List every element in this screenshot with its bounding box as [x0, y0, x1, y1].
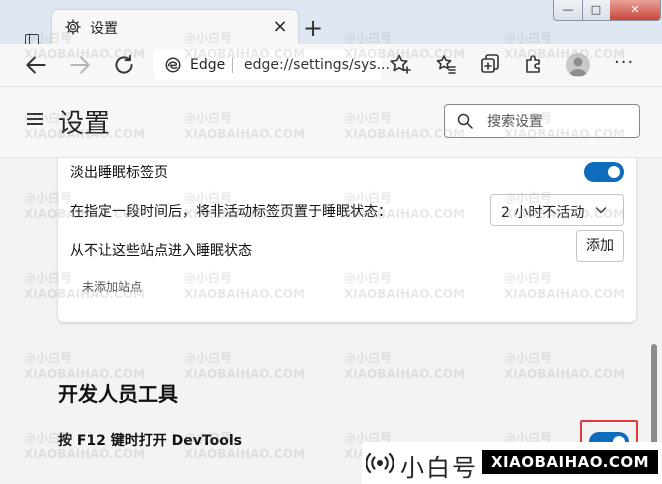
close-window-button[interactable]: ✕: [610, 0, 660, 20]
minimize-button[interactable]: —: [554, 0, 583, 20]
extensions-icon[interactable]: [522, 52, 546, 76]
tab-title: 设置: [90, 21, 118, 37]
watermark-cn-text: 小白号: [400, 454, 478, 482]
address-divider: [232, 57, 233, 73]
developer-tools-heading: 开发人员工具: [58, 382, 178, 406]
edge-logo-icon: [165, 57, 181, 73]
browser-toolbar: Edge edge://settings/sys... ···: [0, 44, 662, 87]
new-tab-button[interactable]: +: [300, 16, 326, 42]
sleep-timeout-label: 在指定一段时间后，将非活动标签页置于睡眠状态：: [70, 204, 392, 220]
back-arrow-icon[interactable]: [23, 52, 49, 78]
profile-avatar[interactable]: [566, 53, 590, 77]
page-title: 设置: [58, 109, 111, 139]
settings-gear-icon: [65, 19, 81, 35]
watermark-badge: 小白号 XIAOBAIHAO.COM: [362, 442, 662, 484]
fade-sleeping-tabs-label: 淡出睡眠标签页: [70, 165, 168, 181]
tab-actions-menu[interactable]: [14, 14, 44, 47]
favorites-icon[interactable]: [434, 52, 458, 76]
more-options-icon[interactable]: ···: [614, 52, 634, 73]
sleep-timeout-select[interactable]: 2 小时不活动: [490, 194, 624, 226]
site-identity-label: Edge: [190, 57, 226, 73]
settings-search-box[interactable]: [444, 104, 640, 138]
f12-devtools-label: 按 F12 键时打开 DevTools: [58, 433, 242, 449]
title-bar: 设置 × + — □ ✕: [0, 0, 662, 47]
forward-arrow-icon[interactable]: [67, 52, 93, 78]
fade-sleeping-tabs-toggle[interactable]: [584, 162, 624, 182]
url-text[interactable]: edge://settings/sys...: [244, 57, 390, 73]
search-input[interactable]: [485, 111, 629, 133]
add-site-button[interactable]: 添加: [576, 230, 624, 262]
window-controls: — □ ✕: [553, 0, 661, 21]
scrollbar[interactable]: [650, 158, 660, 484]
maximize-button[interactable]: □: [582, 0, 611, 20]
tab-settings[interactable]: 设置 ×: [52, 10, 298, 44]
collections-icon[interactable]: [478, 52, 502, 76]
sleeping-tabs-card: 淡出睡眠标签页 在指定一段时间后，将非活动标签页置于睡眠状态： 2 小时不活动 …: [58, 158, 636, 322]
search-icon: [457, 113, 473, 129]
close-tab-icon[interactable]: ×: [270, 16, 290, 38]
scrollbar-thumb[interactable]: [651, 344, 657, 454]
sleep-timeout-value: 2 小时不活动: [501, 205, 585, 221]
address-bar[interactable]: Edge edge://settings/sys...: [154, 50, 390, 80]
profile-icon: [569, 57, 587, 76]
never-sleep-sites-label: 从不让这些站点进入睡眠状态: [70, 243, 252, 259]
settings-header: 设置: [0, 87, 662, 158]
refresh-icon[interactable]: [111, 52, 137, 78]
watermark-en-text: XIAOBAIHAO.COM: [482, 450, 658, 474]
broadcast-icon: [366, 452, 394, 474]
chevron-down-icon: [595, 207, 607, 214]
add-favorite-icon[interactable]: [388, 52, 412, 76]
settings-content: 淡出睡眠标签页 在指定一段时间后，将非活动标签页置于睡眠状态： 2 小时不活动 …: [0, 158, 662, 484]
no-sites-note: 未添加站点: [82, 280, 143, 294]
hamburger-menu-icon[interactable]: [27, 113, 45, 127]
